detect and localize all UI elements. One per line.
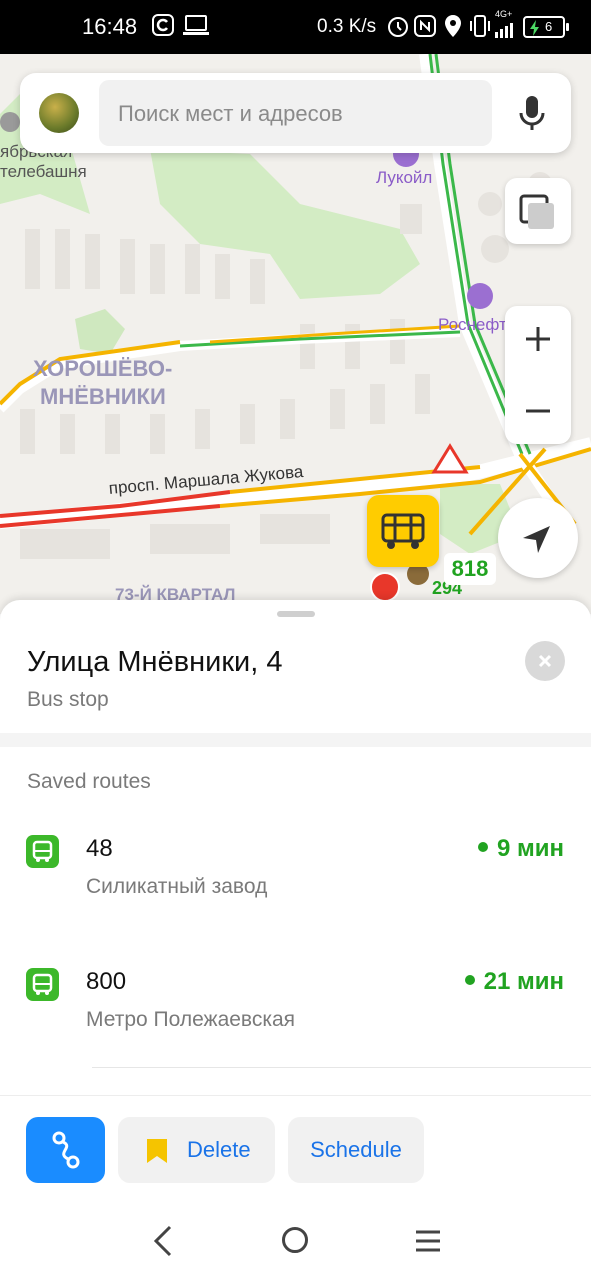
nfc-icon xyxy=(414,15,436,37)
bus-stop-pin[interactable] xyxy=(367,495,439,567)
layers-button[interactable] xyxy=(505,178,571,244)
route-destination: Силикатный завод xyxy=(86,875,268,898)
delete-button[interactable]: Delete xyxy=(118,1117,275,1183)
route-eta: 21 мин xyxy=(465,968,564,996)
bus-icon xyxy=(32,840,53,862)
battery-level: 6 xyxy=(545,19,553,34)
menu-icon[interactable] xyxy=(414,1228,442,1254)
zoom-controls xyxy=(505,306,571,444)
map-route-badge-818[interactable]: 818 xyxy=(444,553,496,585)
close-button[interactable] xyxy=(525,641,565,681)
battery-icon: 6 xyxy=(523,16,569,38)
navigation-arrow-icon xyxy=(523,526,550,553)
bus-icon xyxy=(32,973,53,995)
home-icon[interactable] xyxy=(282,1227,308,1253)
sheet-grabber[interactable] xyxy=(277,611,315,617)
system-nav-bar xyxy=(0,1200,591,1280)
route-destination: Метро Полежаевская xyxy=(86,1008,296,1031)
stop-title: Улица Мнёвники, 4 xyxy=(27,646,283,678)
zoom-out-button[interactable] xyxy=(505,375,571,444)
location-icon xyxy=(445,15,461,37)
bookmark-icon xyxy=(147,1139,167,1163)
list-divider xyxy=(92,1067,591,1068)
route-row[interactable]: 800 Метро Полежаевская 21 мин xyxy=(0,968,591,1078)
charging-icon xyxy=(530,20,539,36)
route-icon xyxy=(52,1131,80,1169)
schedule-button[interactable]: Schedule xyxy=(288,1117,424,1183)
status-bar: 16:48 0.3 K/s 4G+ 6 xyxy=(0,0,591,54)
map-label-lukoil[interactable]: Лукойл xyxy=(376,168,432,188)
avatar[interactable] xyxy=(39,93,79,133)
bus-icon xyxy=(381,513,425,549)
map-label-tv-tower-2: телебашня xyxy=(0,162,87,181)
delete-label: Delete xyxy=(187,1137,251,1162)
network-type: 4G+ xyxy=(495,9,513,19)
layers-icon xyxy=(519,194,554,229)
vibrate-icon xyxy=(470,15,490,37)
action-bar: Delete Schedule xyxy=(0,1095,591,1195)
map-label-rosneft[interactable]: Роснефть xyxy=(438,315,516,335)
plus-icon xyxy=(526,327,550,351)
net-speed: 0.3 K/s xyxy=(317,16,377,37)
notification-app-icon xyxy=(152,14,174,36)
back-icon[interactable] xyxy=(150,1224,176,1258)
map-label-district-2: МНЁВНИКИ xyxy=(40,384,166,409)
close-icon xyxy=(538,654,552,668)
search-bar: Поиск мест и адресов xyxy=(20,73,571,153)
route-eta: 9 мин xyxy=(478,835,564,863)
status-time: 16:48 xyxy=(82,14,138,39)
route-button[interactable] xyxy=(26,1117,105,1183)
alarm-icon xyxy=(388,17,408,37)
stop-type: Bus stop xyxy=(27,688,109,711)
bus-route-icon xyxy=(26,835,59,868)
zoom-in-button[interactable] xyxy=(505,306,571,375)
bottom-sheet: Улица Мнёвники, 4 Bus stop Saved routes … xyxy=(0,600,591,1280)
schedule-label: Schedule xyxy=(310,1137,402,1162)
my-location-button[interactable] xyxy=(498,498,578,578)
laptop-icon xyxy=(183,15,209,35)
route-number: 48 xyxy=(86,835,113,862)
minus-icon xyxy=(526,409,550,413)
route-row[interactable]: 48 Силикатный завод 9 мин xyxy=(0,835,591,945)
route-number: 800 xyxy=(86,968,127,995)
bus-route-icon xyxy=(26,968,59,1001)
saved-routes-heading: Saved routes xyxy=(27,770,151,793)
signal-icon xyxy=(495,23,513,38)
section-divider xyxy=(0,733,591,747)
search-placeholder: Поиск мест и адресов xyxy=(118,101,343,126)
map-label-district: ХОРОШЁВО- xyxy=(33,356,173,381)
search-input[interactable]: Поиск мест и адресов xyxy=(99,80,492,146)
microphone-icon[interactable] xyxy=(517,93,547,133)
